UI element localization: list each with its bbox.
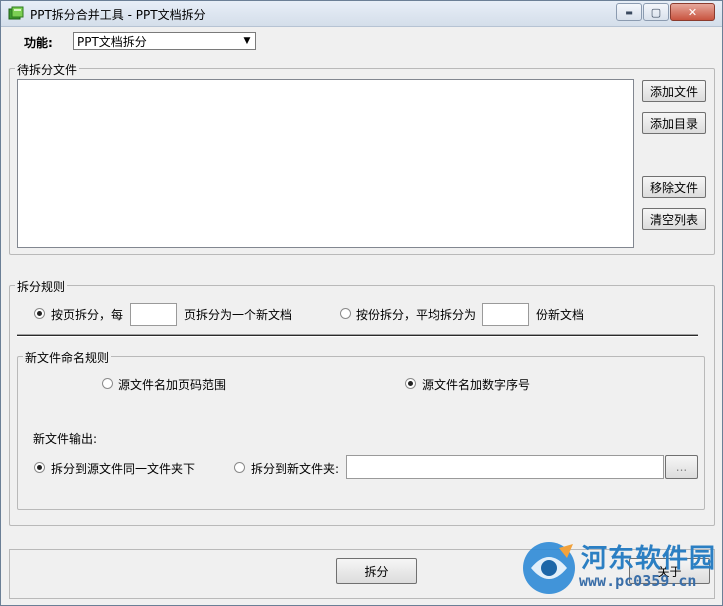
split-button[interactable]: 拆分 [336, 558, 417, 584]
output-same-folder-label: 拆分到源文件同一文件夹下 [51, 462, 196, 476]
file-list[interactable] [17, 79, 634, 248]
maximize-button[interactable]: ▢ [643, 3, 669, 21]
split-by-page-prefix: 按页拆分，每 [51, 308, 124, 322]
split-by-page-radio[interactable] [34, 308, 45, 319]
watermark-logo-icon [523, 542, 575, 594]
add-file-button[interactable]: 添加文件 [642, 80, 706, 102]
close-window-button[interactable]: ✕ [670, 3, 715, 21]
main-window: PPT拆分合并工具 - PPT文档拆分 ▬ ▢ ✕ 功能: PPT文档拆分 ▼ … [0, 0, 723, 606]
split-by-page-suffix: 页拆分为一个新文档 [184, 308, 293, 322]
output-label: 新文件输出: [33, 432, 98, 446]
window-title: PPT拆分合并工具 - PPT文档拆分 [30, 8, 206, 22]
output-new-folder-label: 拆分到新文件夹: [251, 462, 340, 476]
pages-per-doc-input[interactable] [130, 303, 177, 326]
name-page-range-label: 源文件名加页码范围 [118, 378, 227, 392]
function-select-value: PPT文档拆分 [77, 34, 147, 49]
clear-list-button[interactable]: 清空列表 [642, 208, 706, 230]
output-new-folder-radio[interactable] [234, 462, 245, 473]
output-path-input[interactable] [346, 455, 664, 479]
close-icon: ✕ [687, 5, 698, 19]
split-rules-group-label: 拆分规则 [15, 278, 68, 295]
function-select[interactable]: PPT文档拆分 ▼ [73, 32, 256, 50]
output-same-folder-radio[interactable] [34, 462, 45, 473]
watermark-url: www.pc0359.cn [579, 572, 697, 590]
app-book-icon [8, 6, 24, 20]
name-number-label: 源文件名加数字序号 [422, 378, 531, 392]
watermark-title: 河东软件园 [581, 544, 717, 574]
remove-file-button[interactable]: 移除文件 [642, 176, 706, 198]
watermark: 河东软件园 www.pc0359.cn [521, 536, 721, 602]
divider [17, 334, 698, 337]
minimize-icon: ▬ [625, 7, 633, 17]
function-label: 功能: [24, 36, 53, 50]
add-directory-button[interactable]: 添加目录 [642, 112, 706, 134]
maximize-icon: ▢ [650, 5, 662, 19]
naming-group-label: 新文件命名规则 [23, 349, 112, 366]
title-bar[interactable]: PPT拆分合并工具 - PPT文档拆分 ▬ ▢ ✕ [1, 1, 722, 27]
split-by-count-suffix: 份新文档 [536, 308, 585, 322]
name-number-radio[interactable] [405, 378, 416, 389]
doc-count-input[interactable] [482, 303, 529, 326]
minimize-button[interactable]: ▬ [616, 3, 642, 21]
browse-button[interactable]: ... [665, 455, 698, 479]
files-group-label: 待拆分文件 [15, 61, 80, 78]
split-by-count-radio[interactable] [340, 308, 351, 319]
chevron-down-icon[interactable]: ▼ [239, 33, 255, 49]
name-page-range-radio[interactable] [102, 378, 113, 389]
split-by-count-prefix: 按份拆分，平均拆分为 [356, 308, 477, 322]
